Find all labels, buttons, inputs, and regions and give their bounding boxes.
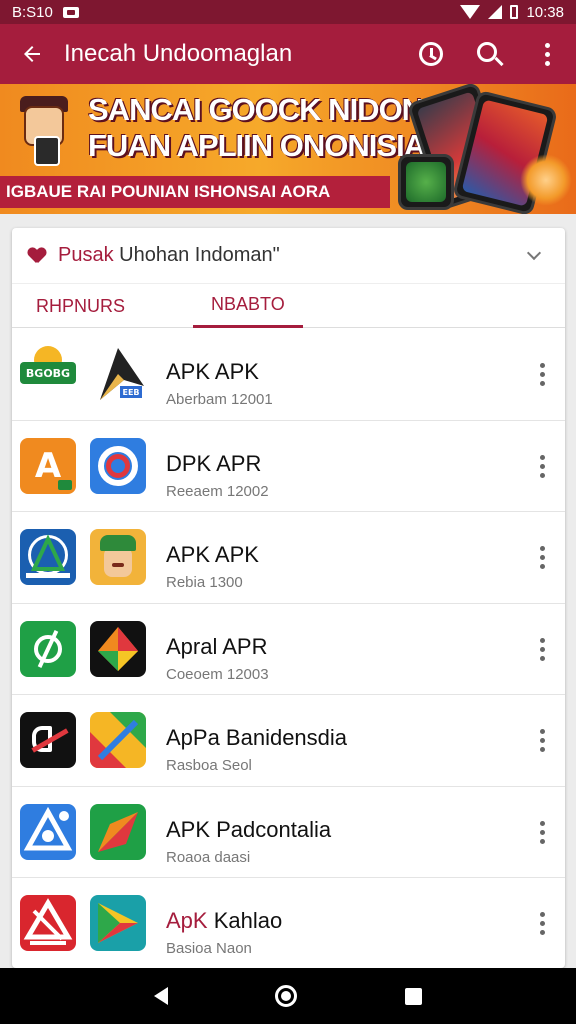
list-item[interactable]: BGOBG EEB APK APK Aberbam 12001 bbox=[12, 329, 565, 421]
app-icon: A bbox=[20, 437, 76, 494]
nav-recents-icon[interactable] bbox=[405, 987, 423, 1005]
app-name: DPK APR bbox=[166, 450, 262, 476]
app-icon bbox=[20, 529, 76, 585]
app-icon bbox=[90, 803, 146, 860]
more-vert-icon[interactable] bbox=[536, 359, 549, 390]
list-item[interactable]: A DPK APR Reeaem 12002 bbox=[12, 421, 565, 512]
app-icon bbox=[90, 712, 146, 768]
app-icon: BGOBG bbox=[20, 346, 76, 402]
app-icon bbox=[20, 895, 76, 951]
app-icon bbox=[20, 803, 76, 860]
nav-back-icon[interactable] bbox=[153, 987, 168, 1005]
app-subtitle: Reeaem 12002 bbox=[166, 482, 269, 500]
back-arrow-icon bbox=[24, 46, 40, 62]
app-icon: EEB bbox=[90, 346, 146, 402]
more-vert-icon[interactable] bbox=[536, 725, 549, 756]
back-button[interactable] bbox=[0, 24, 64, 84]
app-list: BGOBG EEB APK APK Aberbam 12001 A DPK AP… bbox=[12, 329, 565, 968]
app-icon bbox=[20, 712, 76, 768]
app-subtitle: Coeoem 12003 bbox=[166, 665, 269, 683]
notification-icon bbox=[62, 6, 79, 18]
flower-decoration bbox=[520, 154, 572, 206]
history-icon bbox=[419, 42, 443, 66]
more-vert-icon[interactable] bbox=[536, 634, 549, 665]
app-icon bbox=[20, 620, 76, 677]
card-header-label: Pusak Uhohan Indoman" bbox=[58, 244, 529, 267]
app-subtitle: Basioa Naon bbox=[166, 940, 252, 957]
app-bar: Inecah Undoomaglan bbox=[0, 24, 576, 84]
page-title: Inecah Undoomaglan bbox=[64, 40, 293, 67]
status-time-left: B:S10 bbox=[12, 3, 53, 21]
list-item[interactable]: APK Padcontalia Roaoa daasi bbox=[12, 787, 565, 878]
app-icon bbox=[90, 620, 146, 677]
more-vert-icon[interactable] bbox=[536, 908, 549, 939]
app-subtitle: Aberbam 12001 bbox=[166, 391, 273, 408]
list-item[interactable]: Apral APR Coeoem 12003 bbox=[12, 604, 565, 695]
app-name: APK APK bbox=[166, 359, 259, 384]
list-item[interactable]: ApPa Banidensdia Rasboa Seol bbox=[12, 695, 565, 787]
card-header[interactable]: Pusak Uhohan Indoman" bbox=[12, 228, 565, 284]
app-icon bbox=[90, 437, 146, 494]
card-header-text: Uhohan Indoman" bbox=[119, 244, 280, 266]
app-name: APK Padcontalia bbox=[166, 816, 332, 842]
battery-icon bbox=[510, 5, 519, 19]
system-nav-bar bbox=[0, 968, 576, 1024]
mascot-image bbox=[10, 92, 80, 168]
list-item[interactable]: APK APK Rebia 1300 bbox=[12, 512, 565, 604]
search-button[interactable] bbox=[460, 24, 518, 84]
heart-icon bbox=[28, 248, 46, 264]
more-vert-icon bbox=[544, 42, 550, 66]
app-subtitle: Roaoa daasi bbox=[166, 848, 251, 866]
nav-home-icon[interactable] bbox=[275, 985, 298, 1007]
app-name: Apral APR bbox=[166, 633, 268, 659]
app-icon bbox=[90, 529, 146, 585]
more-vert-icon[interactable] bbox=[536, 817, 549, 848]
card-header-accent: Pusak bbox=[58, 244, 114, 266]
list-item[interactable]: ApK Kahlao Basioa Naon bbox=[12, 878, 565, 968]
app-subtitle: Rebia 1300 bbox=[166, 574, 243, 591]
tab-second[interactable]: NBABTO bbox=[193, 284, 303, 328]
app-name: ApK Kahlao bbox=[166, 908, 282, 934]
promo-banner[interactable]: SANCAI GOOCK NIDONSAN FUAN APLIIN ONONIS… bbox=[0, 84, 576, 214]
status-bar: B:S10 10:38 bbox=[0, 0, 576, 24]
history-button[interactable] bbox=[402, 24, 460, 84]
app-name: APK APK bbox=[166, 542, 259, 567]
app-subtitle: Rasboa Seol bbox=[166, 757, 252, 774]
app-name-accent: ApK bbox=[166, 908, 208, 933]
tab-bar: RHPNURS NBABTO bbox=[12, 284, 565, 328]
app-name-rest: Kahlao bbox=[213, 908, 283, 933]
status-time-right: 10:38 bbox=[526, 3, 564, 21]
overflow-menu-button[interactable] bbox=[518, 24, 576, 84]
more-vert-icon[interactable] bbox=[536, 451, 549, 482]
banner-strip: IGBAUE RAI POUNIAN ISHONSAI AORA bbox=[0, 176, 390, 208]
search-icon bbox=[477, 42, 497, 62]
wifi-icon bbox=[460, 5, 481, 19]
app-icon bbox=[90, 895, 146, 951]
chevron-down-icon[interactable] bbox=[526, 245, 542, 260]
tab-first[interactable]: RHPNURS bbox=[12, 284, 149, 328]
app-name: ApPa Banidensdia bbox=[166, 725, 348, 750]
category-card: Pusak Uhohan Indoman" RHPNURS NBABTO BGO… bbox=[12, 228, 565, 968]
more-vert-icon[interactable] bbox=[536, 542, 549, 573]
signal-icon bbox=[488, 5, 503, 19]
